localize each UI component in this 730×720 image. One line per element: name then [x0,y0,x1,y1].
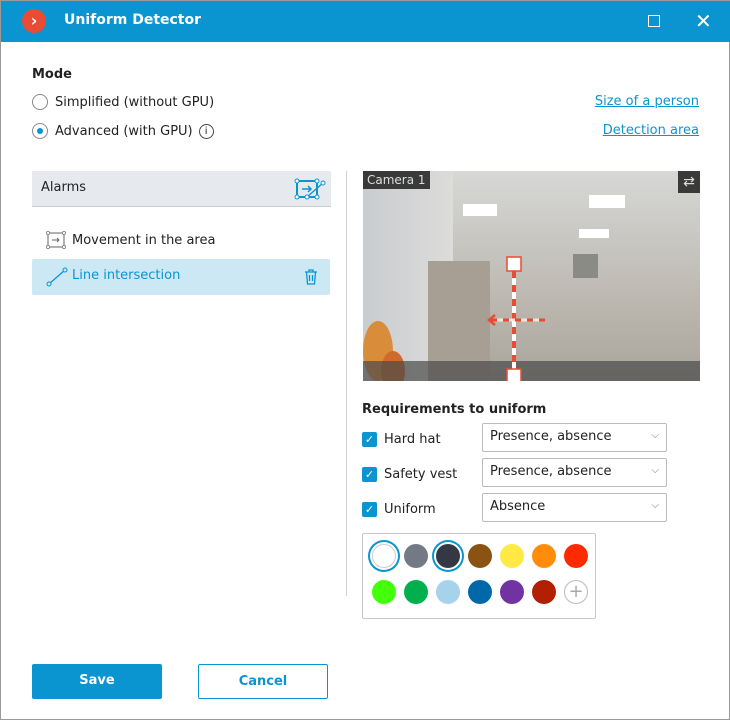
checkbox-checked[interactable]: ✓ [362,432,377,447]
close-button[interactable]: ✕ [695,9,712,33]
camera-view[interactable]: Camera 1 ⇄ [363,171,700,381]
line-overlay [487,256,545,381]
trash-icon[interactable] [303,268,319,286]
list-item[interactable]: Movement in the area [46,231,215,249]
line-icon [46,267,68,287]
alarm-label: Movement in the area [72,232,216,248]
requirement-label: Hard hat [384,432,441,447]
add-line-alarm-icon[interactable] [304,180,326,200]
divider [346,171,347,596]
color-swatch[interactable] [468,580,492,604]
color-swatch[interactable] [564,544,588,568]
window-title: Uniform Detector [64,12,202,28]
size-of-person-link[interactable]: Size of a person [595,94,699,109]
radio-advanced[interactable]: Advanced (with GPU) i [32,123,214,139]
add-color-button[interactable]: + [564,580,588,604]
list-item-selected[interactable]: Line intersection [32,259,330,295]
chevron-down-icon: ⌵ [651,465,659,476]
camera-label: Camera 1 [363,171,430,189]
color-swatch[interactable] [436,544,460,568]
color-swatch[interactable] [500,580,524,604]
select-value: Absence [490,499,546,514]
requirements-heading: Requirements to uniform [362,402,547,417]
app-logo-icon: › [22,9,46,33]
radio-button[interactable] [32,123,48,139]
area-icon [46,231,66,249]
safety-vest-checkbox[interactable]: ✓ Safety vest [362,467,457,482]
alarm-label: Line intersection [72,268,181,283]
color-swatch[interactable] [532,544,556,568]
chevron-down-icon: ⌵ [651,430,659,441]
maximize-button[interactable] [648,15,660,27]
detection-area-link[interactable]: Detection area [603,123,699,138]
uniform-checkbox[interactable]: ✓ Uniform [362,502,436,517]
color-swatch[interactable] [404,544,428,568]
color-swatch[interactable] [404,580,428,604]
select-value: Presence, absence [490,464,612,479]
color-swatch[interactable] [436,580,460,604]
checkbox-checked[interactable]: ✓ [362,467,377,482]
radio-label: Simplified (without GPU) [55,94,215,110]
title-bar: › Uniform Detector ✕ [1,1,730,42]
uniform-select[interactable]: Absence ⌵ [482,493,667,522]
cancel-button[interactable]: Cancel [198,664,328,699]
chevron-down-icon: ⌵ [651,500,659,511]
color-swatch[interactable] [372,580,396,604]
color-swatch[interactable] [468,544,492,568]
color-palette: + [362,533,596,619]
radio-simplified[interactable]: Simplified (without GPU) [32,94,214,110]
alarms-header: Alarms [32,171,331,207]
save-button[interactable]: Save [32,664,162,699]
mode-heading: Mode [32,67,72,82]
color-swatch[interactable] [500,544,524,568]
checkbox-checked[interactable]: ✓ [362,502,377,517]
radio-label: Advanced (with GPU) [55,123,193,139]
hard-hat-select[interactable]: Presence, absence ⌵ [482,423,667,452]
info-icon[interactable]: i [198,123,214,139]
alarms-heading: Alarms [41,180,87,195]
requirement-label: Uniform [384,502,436,517]
safety-vest-select[interactable]: Presence, absence ⌵ [482,458,667,487]
color-swatch[interactable] [372,544,396,568]
select-value: Presence, absence [490,429,612,444]
hard-hat-checkbox[interactable]: ✓ Hard hat [362,432,441,447]
swap-camera-icon[interactable]: ⇄ [678,171,700,193]
radio-button[interactable] [32,94,48,110]
color-swatch[interactable] [532,580,556,604]
requirement-label: Safety vest [384,467,458,482]
